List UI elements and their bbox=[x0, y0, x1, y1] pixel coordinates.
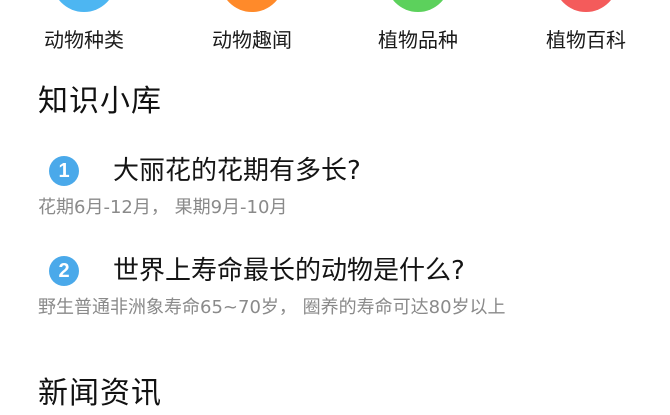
plant-varieties-icon bbox=[386, 0, 450, 12]
category-plant-encyclopedia[interactable]: 植物百科 bbox=[516, 0, 656, 62]
knowledge-answer: 野生普通非洲象寿命65~70岁， 圈养的寿命可达80岁以上 bbox=[38, 297, 506, 318]
number-badge-icon: 1 bbox=[49, 156, 79, 186]
category-label: 植物百科 bbox=[546, 28, 626, 52]
number-badge-icon: 2 bbox=[49, 256, 79, 286]
category-label: 动物种类 bbox=[44, 28, 124, 52]
category-animal-trivia[interactable]: 动物趣闻 bbox=[182, 0, 322, 62]
category-row: 动物种类 动物趣闻 植物品种 植物百科 bbox=[0, 0, 670, 62]
news-section-title: 新闻资讯 bbox=[38, 376, 162, 411]
knowledge-answer: 花期6月-12月， 果期9月-10月 bbox=[38, 197, 288, 218]
knowledge-section-title: 知识小库 bbox=[38, 84, 162, 119]
category-animal-types[interactable]: 动物种类 bbox=[14, 0, 154, 62]
category-plant-varieties[interactable]: 植物品种 bbox=[348, 0, 488, 62]
animal-trivia-icon bbox=[220, 0, 284, 12]
animal-types-icon bbox=[52, 0, 116, 12]
knowledge-question: 世界上寿命最长的动物是什么? bbox=[113, 256, 465, 286]
category-label: 动物趣闻 bbox=[212, 28, 292, 52]
knowledge-question: 大丽花的花期有多长? bbox=[113, 156, 361, 186]
plant-encyclopedia-icon bbox=[554, 0, 618, 12]
category-label: 植物品种 bbox=[378, 28, 458, 52]
